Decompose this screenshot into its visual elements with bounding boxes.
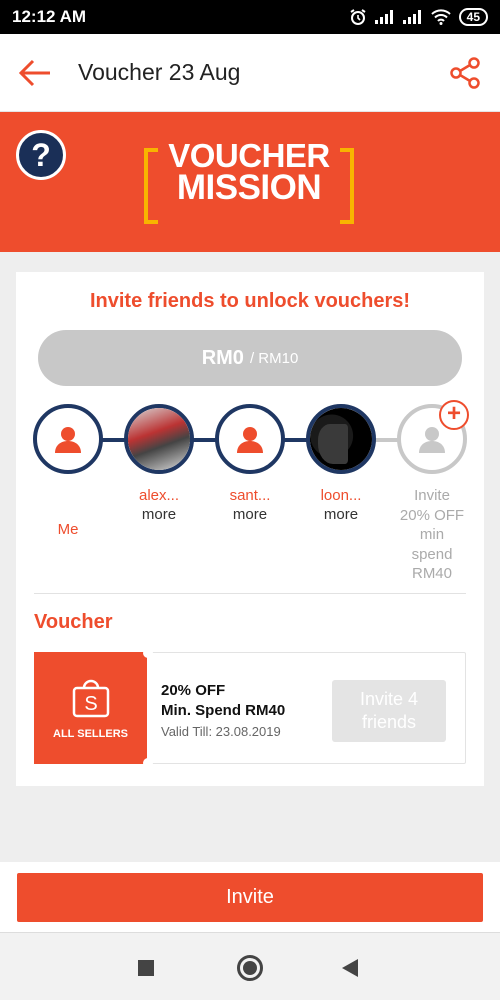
voucher-discount: 20% OFF bbox=[161, 682, 226, 699]
battery-level: 45 bbox=[458, 8, 488, 26]
status-time: 12:12 AM bbox=[12, 7, 87, 26]
voucher-mission-banner: ? VOUCHER MISSION bbox=[0, 112, 500, 252]
question-icon: ? bbox=[31, 136, 51, 173]
friend-photo bbox=[128, 408, 190, 470]
mission-headline: Invite friends to unlock vouchers! bbox=[89, 290, 411, 312]
status-bar: 12:12 AM 45 bbox=[0, 0, 500, 34]
wifi-icon bbox=[430, 9, 451, 25]
friend-name: alex... bbox=[138, 487, 180, 504]
friend-me: Me bbox=[28, 404, 108, 539]
share-button[interactable] bbox=[430, 56, 500, 89]
voucher-valid-till: Valid Till: 23.08.2019 bbox=[161, 724, 281, 739]
recents-icon[interactable] bbox=[138, 960, 154, 976]
seller-label: ALL SELLERS bbox=[53, 728, 128, 740]
user-icon bbox=[55, 427, 81, 453]
voucher-info: 20% OFF Min. Spend RM40 Valid Till: 23.0… bbox=[161, 681, 285, 739]
mission-card: Invite friends to unlock vouchers! RM0 /… bbox=[16, 272, 484, 786]
plus-icon[interactable]: + bbox=[439, 400, 469, 430]
friend-sant[interactable]: sant... more bbox=[210, 404, 290, 524]
bottom-action-area: Invite bbox=[0, 862, 500, 932]
friend-more: more bbox=[323, 506, 359, 523]
progress-current: RM0 bbox=[201, 346, 244, 369]
avatar bbox=[124, 404, 194, 474]
page-title: Voucher 23 Aug bbox=[78, 59, 241, 85]
friend-name: loon... bbox=[320, 487, 362, 504]
voucher-card: S ALL SELLERS 20% OFF Min. Spend RM40 Va… bbox=[34, 648, 466, 768]
shopping-bag-icon: S bbox=[72, 679, 110, 718]
avatar bbox=[33, 404, 103, 474]
divider bbox=[34, 593, 466, 594]
friend-name: Me bbox=[57, 521, 79, 538]
invite-slot-text: Invite 20% OFF min spend RM40 bbox=[399, 487, 465, 582]
home-icon[interactable] bbox=[237, 955, 263, 981]
app-bar: Voucher 23 Aug bbox=[0, 34, 500, 112]
friend-more: more bbox=[141, 506, 177, 523]
friend-name: sant... bbox=[229, 487, 271, 504]
invite-friends-voucher-button[interactable]: Invite 4 friends bbox=[332, 680, 446, 742]
svg-text:S: S bbox=[84, 693, 97, 715]
user-icon bbox=[237, 427, 263, 453]
arrow-left-icon bbox=[18, 59, 50, 86]
signal-icon-2 bbox=[402, 10, 421, 24]
friend-alex[interactable]: alex... more bbox=[119, 404, 199, 524]
voucher-min-spend: Min. Spend RM40 bbox=[161, 702, 286, 719]
voucher-seller-panel: S ALL SELLERS bbox=[34, 652, 147, 764]
signal-icon bbox=[374, 10, 393, 24]
avatar bbox=[215, 404, 285, 474]
avatar-placeholder: + bbox=[397, 400, 469, 474]
avatar bbox=[306, 404, 376, 474]
logo-line-2: MISSION bbox=[176, 168, 322, 207]
progress-target: / RM10 bbox=[249, 349, 299, 367]
back-triangle-icon[interactable] bbox=[342, 959, 358, 977]
progress-bar: RM0 / RM10 bbox=[38, 330, 462, 386]
alarm-icon bbox=[350, 9, 366, 25]
back-button[interactable] bbox=[0, 59, 70, 87]
friend-more: more bbox=[232, 506, 268, 523]
help-button[interactable]: ? bbox=[16, 130, 66, 180]
friend-loon[interactable]: loon... more bbox=[301, 404, 381, 524]
system-nav-bar bbox=[0, 932, 500, 1000]
invite-friend-slot[interactable]: + Invite 20% OFF min spend RM40 bbox=[392, 400, 472, 584]
friend-photo bbox=[310, 408, 372, 470]
invite-button[interactable]: Invite bbox=[17, 873, 483, 922]
share-icon bbox=[450, 56, 480, 89]
status-icons: 45 bbox=[349, 8, 488, 26]
voucher-section-title: Voucher bbox=[34, 611, 113, 633]
voucher-mission-logo: VOUCHER MISSION bbox=[144, 139, 354, 228]
user-icon bbox=[419, 427, 445, 453]
